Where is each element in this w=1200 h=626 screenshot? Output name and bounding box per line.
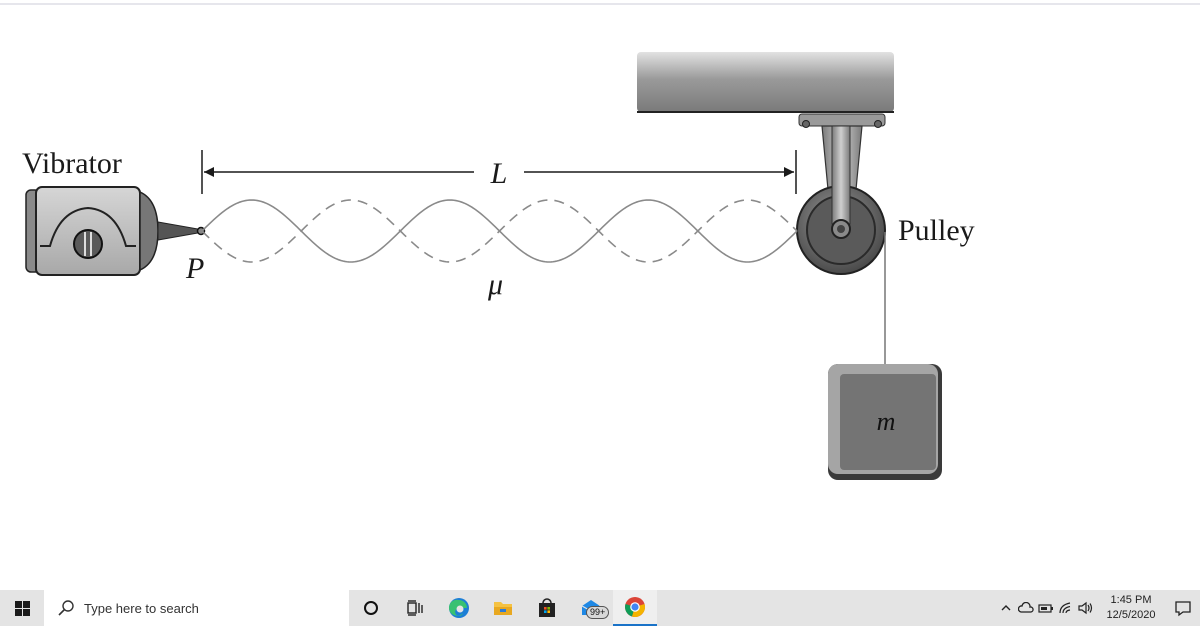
system-tray: 1:45 PM 12/5/2020 xyxy=(996,590,1200,626)
standing-wave-diagram: m Vibrator P Pulley μ L xyxy=(22,52,975,480)
point-p-label: P xyxy=(185,252,204,285)
onedrive-button[interactable] xyxy=(1016,590,1036,626)
edge-icon xyxy=(448,598,469,618)
vibrator-device xyxy=(25,186,206,276)
pulley-label: Pulley xyxy=(898,214,975,247)
length-dimension: L xyxy=(201,150,797,194)
mass-block: m xyxy=(828,364,942,480)
volume-icon xyxy=(1078,601,1093,615)
vibrator-label: Vibrator xyxy=(22,147,122,180)
network-button[interactable] xyxy=(1056,590,1076,626)
search-box[interactable]: Type here to search xyxy=(44,590,349,626)
start-button[interactable] xyxy=(0,590,44,626)
cortana-circle-icon xyxy=(364,601,378,615)
action-center-button[interactable] xyxy=(1166,590,1200,626)
file-explorer-button[interactable] xyxy=(481,590,525,626)
store-button[interactable] xyxy=(525,590,569,626)
edge-button[interactable] xyxy=(437,590,481,626)
wifi-icon xyxy=(1059,602,1071,614)
chrome-icon xyxy=(625,597,645,617)
clock[interactable]: 1:45 PM 12/5/2020 xyxy=(1096,593,1166,623)
mass-label: m xyxy=(877,407,896,436)
wave-dashed-line xyxy=(201,199,798,263)
clock-time: 1:45 PM xyxy=(1110,594,1152,606)
windows-logo-icon xyxy=(14,600,30,616)
battery-icon xyxy=(1038,604,1053,613)
standing-wave xyxy=(201,199,798,263)
clock-date: 12/5/2020 xyxy=(1106,609,1156,621)
battery-button[interactable] xyxy=(1036,590,1056,626)
folder-icon xyxy=(494,602,512,615)
store-icon xyxy=(539,598,555,617)
mail-button[interactable]: 99+ xyxy=(569,590,613,626)
mail-unread-badge: 99+ xyxy=(586,606,610,619)
pulley-wheel xyxy=(796,125,886,275)
taskbar: Type here to search 99+ 1:45 PM 12/5/202… xyxy=(0,590,1200,626)
onedrive-cloud-icon xyxy=(1018,602,1034,613)
chrome-button[interactable] xyxy=(613,590,657,626)
ceiling-beam xyxy=(637,52,894,113)
volume-button[interactable] xyxy=(1076,590,1096,626)
show-hidden-icons-button[interactable] xyxy=(996,590,1016,626)
action-center-icon xyxy=(1175,601,1191,617)
mu-label: μ xyxy=(487,268,503,301)
chevron-up-icon xyxy=(1001,605,1011,611)
search-icon xyxy=(58,600,74,616)
search-placeholder: Type here to search xyxy=(84,600,199,616)
task-view-button[interactable] xyxy=(393,590,437,626)
length-label: L xyxy=(490,157,508,190)
cortana-button[interactable] xyxy=(349,590,393,626)
task-view-icon xyxy=(407,600,423,616)
